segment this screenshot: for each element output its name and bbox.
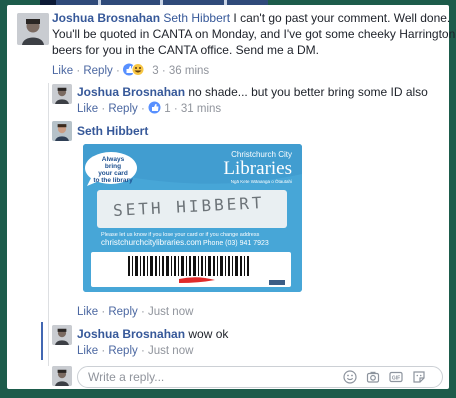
card-notice: Please let us know if you lose your card… (101, 232, 269, 248)
comment-text: You'll be quoted in CANTA on Monday, and… (52, 27, 456, 41)
emoji-icon[interactable] (343, 370, 357, 384)
reaction-icons[interactable] (148, 101, 161, 118)
comment-body: Joshua Brosnahan no shade... but you bet… (77, 84, 428, 100)
separator: · (140, 306, 145, 318)
separator: · (140, 103, 145, 115)
card-badge-text: your card (98, 170, 128, 177)
comment-text: no shade... but you better bring some ID… (185, 85, 428, 99)
haha-reaction-icon (131, 63, 145, 76)
mention-link[interactable]: Seth Hibbert (163, 11, 230, 25)
comment-actions: Like · Reply · 1 · 31 mins (77, 101, 221, 118)
comment-body: Seth Hibbert (77, 123, 148, 139)
current-user-avatar-icon (52, 366, 72, 386)
comment-actions: Like · Reply · 3 · 36 mins (52, 63, 209, 80)
joshua-avatar-icon (52, 325, 72, 345)
separator: · (161, 65, 166, 77)
timestamp[interactable]: 36 mins (169, 65, 209, 77)
like-link[interactable]: Like (77, 306, 98, 318)
separator: · (101, 345, 106, 357)
reaction-icons[interactable] (123, 63, 149, 80)
reaction-count[interactable]: 3 (152, 65, 158, 77)
camera-icon[interactable] (366, 370, 380, 384)
comment-text: I can't go past your comment. Well done. (230, 11, 451, 25)
comment-actions: Like · Reply · Just now (77, 344, 193, 358)
comment-author[interactable]: Seth Hibbert (77, 124, 148, 138)
comment-body: Joshua Brosnahan wow ok (77, 326, 228, 342)
like-link[interactable]: Like (52, 65, 73, 77)
separator: · (115, 65, 120, 77)
comment-text: wow ok (185, 327, 229, 341)
comment-actions: Like · Reply · Just now (77, 305, 193, 319)
library-card-photo[interactable]: Always bring your card to the library Ch… (83, 144, 302, 292)
like-link[interactable]: Like (77, 345, 98, 357)
card-phone: Phone (03) 941 7923 (203, 240, 269, 247)
card-org-title: Libraries (223, 158, 292, 179)
new-comment-indicator (41, 322, 43, 360)
card-badge: Always bring your card to the library (93, 156, 133, 184)
comment-body: Joshua Brosnahan Seth Hibbert I can't go… (52, 10, 456, 58)
separator: · (173, 103, 178, 115)
joshua-avatar-icon (52, 84, 72, 104)
comment-thread-panel: Joshua Brosnahan Seth Hibbert I can't go… (7, 5, 456, 389)
gif-icon[interactable]: GIF (389, 370, 403, 384)
separator: · (101, 306, 106, 318)
timestamp[interactable]: Just now (148, 345, 193, 357)
card-website: christchurchcitylibraries.com (101, 238, 202, 247)
reply-link[interactable]: Reply (108, 103, 137, 115)
comment-author[interactable]: Joshua Brosnahan (77, 327, 185, 341)
card-org: Christchurch City Libraries Ngā Kete Wān… (223, 150, 292, 185)
reply-link[interactable]: Reply (108, 345, 137, 357)
card-badge-text: to the library (93, 177, 133, 184)
separator: · (76, 65, 81, 77)
card-org-line: Ngā Kete Wānanga o Ōtautahi (230, 179, 292, 184)
timestamp[interactable]: Just now (148, 306, 193, 318)
avatar[interactable] (52, 325, 72, 345)
reply-link[interactable]: Reply (108, 306, 137, 318)
avatar (52, 366, 72, 386)
joshua-avatar-icon (17, 13, 49, 45)
separator: · (140, 345, 145, 357)
reply-link[interactable]: Reply (83, 65, 112, 77)
separator: · (101, 103, 106, 115)
seth-avatar-icon (52, 121, 72, 141)
like-link[interactable]: Like (77, 103, 98, 115)
avatar[interactable] (17, 13, 49, 45)
card-badge-text: Always bring (101, 156, 125, 170)
reply-composer[interactable]: GIF (77, 366, 443, 388)
avatar[interactable] (52, 84, 72, 104)
reply-thread-line (48, 83, 49, 366)
comment-author[interactable]: Joshua Brosnahan (52, 11, 160, 25)
svg-text:GIF: GIF (392, 375, 400, 381)
avatar[interactable] (52, 121, 72, 141)
reaction-count[interactable]: 1 (164, 103, 170, 115)
sticker-icon[interactable] (412, 370, 426, 384)
comment-text: beers for you in the CANTA office. Send … (52, 43, 320, 57)
timestamp[interactable]: 31 mins (181, 103, 221, 115)
reply-input[interactable] (88, 369, 318, 385)
comment-author[interactable]: Joshua Brosnahan (77, 85, 185, 99)
